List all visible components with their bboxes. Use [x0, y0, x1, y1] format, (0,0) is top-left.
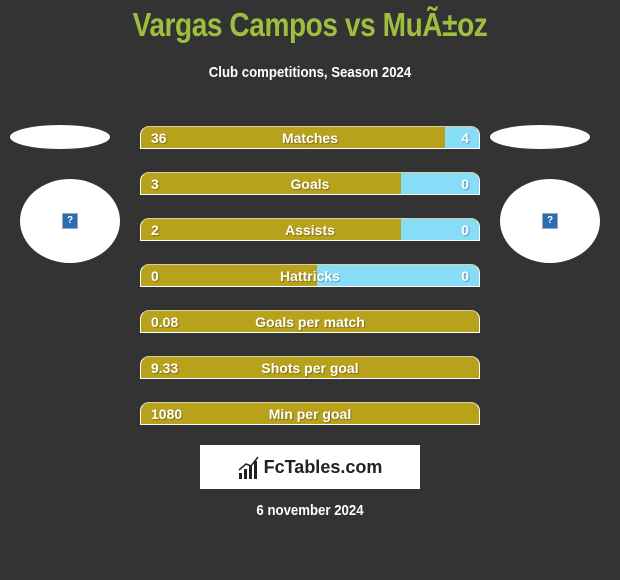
- stat-row-matches: Matches 36 4: [140, 126, 480, 149]
- right-player-name-placeholder: [490, 125, 590, 149]
- stat-label: Min per goal: [268, 406, 352, 422]
- left-player-name-placeholder: [10, 125, 110, 149]
- left-value: 9.33: [151, 360, 179, 376]
- stat-row-shots-per-goal: Shots per goal 9.33: [140, 356, 480, 379]
- stat-label: Shots per goal: [261, 360, 359, 376]
- stat-label: Assists: [285, 222, 335, 238]
- page-title: Vargas Campos vs MuÃ±oz: [132, 6, 488, 43]
- stat-label: Goals per match: [255, 314, 365, 330]
- left-value: 36: [151, 130, 167, 146]
- left-player-avatar: ?: [20, 179, 120, 263]
- page-subtitle: Club competitions, Season 2024: [208, 64, 412, 81]
- bar-chart-icon: [238, 456, 259, 479]
- right-value: 4: [461, 130, 469, 146]
- stat-row-goals: Goals 3 0: [140, 172, 480, 195]
- right-value: 0: [461, 176, 469, 192]
- stat-label: Goals: [290, 176, 330, 192]
- left-value: 0.08: [151, 314, 179, 330]
- logo-text: FcTables.com: [263, 456, 383, 477]
- question-icon: ?: [542, 213, 558, 229]
- left-value: 3: [151, 176, 159, 192]
- stat-row-assists: Assists 2 0: [140, 218, 480, 241]
- right-value: 0: [461, 268, 469, 284]
- date-label: 6 november 2024: [256, 502, 364, 519]
- right-value: 0: [461, 222, 469, 238]
- left-value: 0: [151, 268, 159, 284]
- left-value: 2: [151, 222, 159, 238]
- stat-label: Matches: [281, 130, 339, 146]
- stat-row-hattricks: Hattricks 0 0: [140, 264, 480, 287]
- right-player-avatar: ?: [500, 179, 600, 263]
- fctables-logo[interactable]: FcTables.com: [200, 445, 420, 489]
- stat-label: Hattricks: [280, 268, 340, 284]
- left-value: 1080: [151, 406, 183, 422]
- question-icon: ?: [62, 213, 78, 229]
- stat-row-goals-per-match: Goals per match 0.08: [140, 310, 480, 333]
- stat-row-min-per-goal: Min per goal 1080: [140, 402, 480, 425]
